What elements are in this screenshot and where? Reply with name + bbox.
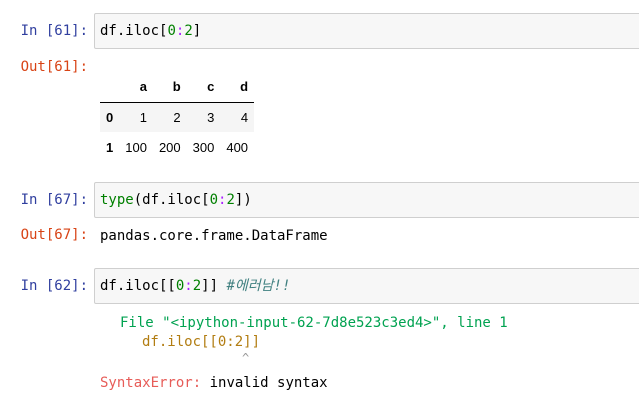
table-cell: 300 [192, 139, 215, 155]
column-header: b [152, 72, 187, 103]
traceback-caret: ^ [242, 351, 250, 365]
table-cell: 200 [158, 139, 181, 155]
input-prompt-67: In [67]: [20, 192, 88, 208]
table-cell: 2 [173, 109, 181, 125]
output-text: pandas.core.frame.DataFrame [100, 228, 328, 244]
table-cell: 100 [125, 139, 147, 155]
error-name: SyntaxError: [100, 375, 202, 391]
table-row: 1 100 200 300 400 [100, 132, 254, 162]
output-prompt-67: Out[67]: [20, 227, 88, 243]
code-cell-61[interactable]: df.iloc[0:2] [94, 13, 639, 49]
input-prompt-61: In [61]: [20, 23, 88, 39]
code-token: 0 [167, 23, 176, 39]
traceback-code-line: df.iloc[[0:2]] [142, 334, 261, 350]
table-cell: 1 [139, 109, 147, 125]
traceback-file-line: File "<ipython-input-62-7d8e523c3ed4>", … [120, 315, 508, 331]
output-prompt-61: Out[61]: [20, 59, 88, 75]
column-header: c [186, 72, 221, 103]
dataframe-output-table: a b c d 0 1 2 3 4 1 100 200 300 400 [100, 72, 255, 162]
code-token: : [184, 278, 193, 294]
table-header-row: a b c d [100, 72, 255, 103]
input-prompt-62: In [62]: [20, 278, 88, 294]
table-row: 0 1 2 3 4 [100, 102, 255, 132]
code-cell-62[interactable]: df.iloc[[0:2]] #에러남!! [94, 268, 639, 304]
code-token: #에러남!! [226, 278, 291, 294]
code-token: ]) [234, 192, 252, 208]
code-token: 2 [192, 278, 202, 294]
row-index: 1 [106, 139, 114, 155]
column-header [100, 72, 120, 103]
column-header: a [119, 72, 153, 103]
row-index: 0 [106, 109, 114, 125]
code-cell-67[interactable]: type(df.iloc[0:2]) [94, 182, 639, 218]
code-token: ]] [201, 278, 227, 294]
code-token: ] [192, 23, 202, 39]
code-token: (df.iloc[ [133, 192, 210, 208]
table-cell: 4 [240, 109, 249, 125]
code-token: df.iloc[[ [100, 278, 176, 294]
code-token: type [100, 192, 134, 208]
code-token: 2 [184, 23, 193, 39]
error-message: invalid syntax [201, 375, 328, 391]
code-token: df.iloc[ [100, 23, 168, 39]
traceback-error: SyntaxError: invalid syntax [100, 374, 328, 392]
code-token: 0 [209, 192, 219, 208]
code-token: 2 [226, 192, 235, 208]
table-cell: 400 [226, 139, 249, 155]
table-cell: 3 [207, 109, 215, 125]
column-header: d [220, 72, 255, 103]
